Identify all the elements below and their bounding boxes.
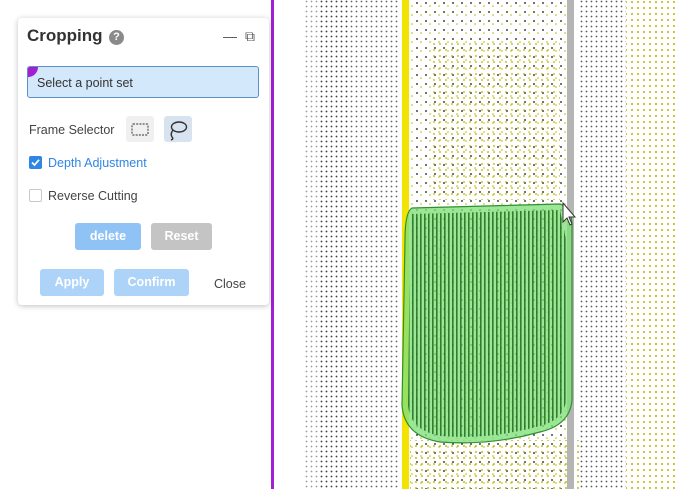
points-yellow-lower (410, 440, 580, 489)
panel-title: Cropping (27, 26, 103, 45)
selected-points (408, 210, 566, 437)
points-dense-right (578, 0, 626, 489)
depth-adjustment-checkbox[interactable] (29, 156, 42, 169)
points-yellow-right (626, 0, 677, 489)
reverse-cutting-label[interactable]: Reverse Cutting (48, 189, 138, 203)
help-icon[interactable]: ? (109, 30, 124, 45)
rectangle-icon (131, 123, 149, 136)
reverse-cutting-checkbox[interactable] (29, 189, 42, 202)
restore-icon[interactable]: ⧉ (243, 28, 257, 44)
point-set-select[interactable]: Select a point set (27, 66, 259, 98)
reset-button[interactable]: Reset (151, 223, 212, 250)
minimize-icon[interactable]: — (223, 28, 237, 44)
confirm-button[interactable]: Confirm (114, 269, 189, 296)
lasso-frame-button[interactable] (164, 116, 192, 142)
points-dense-left (320, 0, 400, 489)
point-set-select-placeholder: Select a point set (37, 76, 133, 90)
purple-vertical-line (271, 0, 274, 489)
points-yellow-middle (430, 40, 560, 200)
depth-adjustment-label[interactable]: Depth Adjustment (48, 156, 147, 170)
apply-button[interactable]: Apply (40, 269, 104, 296)
delete-button[interactable]: delete (75, 223, 141, 250)
frame-selector-label: Frame Selector (29, 123, 115, 137)
checkmark-icon (31, 159, 40, 167)
lasso-icon (170, 121, 188, 141)
rectangle-frame-button[interactable] (126, 116, 154, 142)
close-button[interactable]: Close (214, 277, 246, 291)
cropping-panel: Cropping ? — ⧉ Select a point set Frame … (18, 18, 269, 305)
